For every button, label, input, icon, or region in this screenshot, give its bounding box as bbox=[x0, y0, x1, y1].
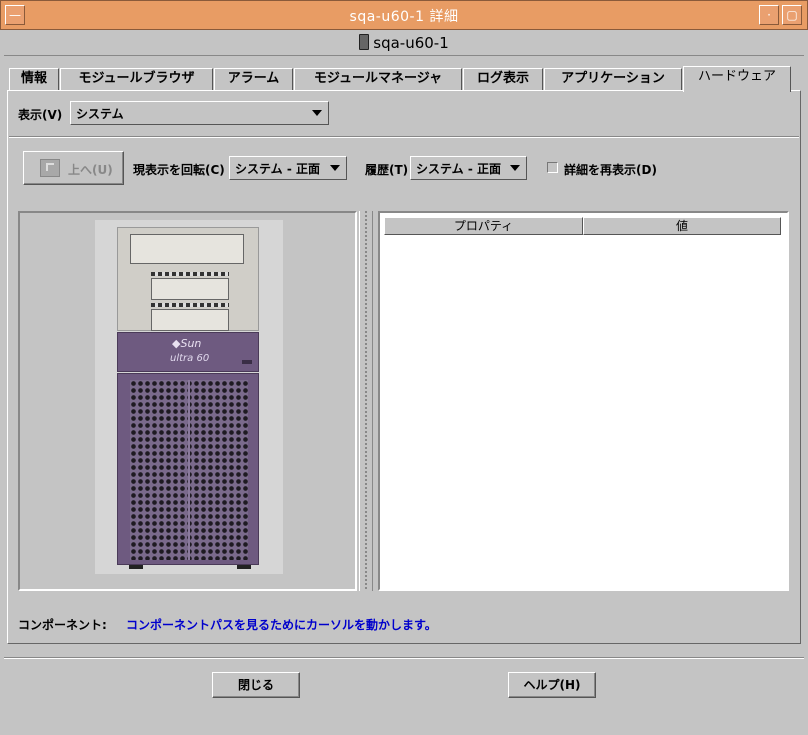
help-button[interactable]: ヘルプ(H) bbox=[508, 672, 596, 698]
chevron-down-icon bbox=[330, 165, 340, 171]
view-select[interactable]: システム bbox=[70, 101, 329, 125]
component-path-text: コンポーネントパスを見るためにカーソルを動かします。 bbox=[126, 618, 437, 632]
chevron-down-icon bbox=[510, 165, 520, 171]
column-header-property[interactable]: プロパティ bbox=[384, 217, 583, 235]
view-label: 表示(V) bbox=[18, 108, 63, 122]
rotate-label: 現表示を回転(C) bbox=[133, 163, 225, 177]
divider bbox=[9, 136, 799, 138]
window-title: sqa-u60-1 詳細 bbox=[349, 9, 459, 25]
component-label: コンポーネント: bbox=[18, 618, 107, 632]
chevron-down-icon bbox=[312, 110, 322, 116]
tab-log-view[interactable]: ログ表示 bbox=[463, 68, 543, 90]
minimize-icon: · bbox=[767, 8, 771, 22]
tab-alarms[interactable]: アラーム bbox=[214, 68, 293, 90]
history-select[interactable]: システム - 正面 bbox=[410, 156, 527, 180]
close-button[interactable]: 閉じる bbox=[212, 672, 300, 698]
maximize-button[interactable]: ▢ bbox=[782, 5, 802, 25]
up-button[interactable]: 上へ(U) bbox=[23, 151, 124, 185]
redisplay-label[interactable]: 詳細を再表示(D) bbox=[564, 161, 657, 178]
tab-info[interactable]: 情報 bbox=[9, 68, 59, 90]
maximize-icon: ▢ bbox=[786, 8, 798, 22]
model-label: ultra 60 bbox=[170, 353, 210, 364]
host-name: sqa-u60-1 bbox=[373, 34, 449, 52]
tab-applications[interactable]: アプリケーション bbox=[544, 68, 682, 90]
host-device-icon bbox=[359, 34, 370, 50]
column-header-value[interactable]: 値 bbox=[583, 217, 781, 235]
tab-module-manager[interactable]: モジュールマネージャ bbox=[294, 68, 462, 90]
sun-logo: ◆Sun bbox=[172, 337, 202, 350]
pane-splitter[interactable] bbox=[359, 211, 373, 591]
footer-divider bbox=[4, 657, 804, 659]
history-label: 履歴(T) bbox=[365, 163, 409, 177]
hardware-view-pane[interactable]: ◆Sun ultra 60 bbox=[18, 211, 357, 591]
hardware-image[interactable]: ◆Sun ultra 60 bbox=[95, 220, 283, 574]
rotate-select[interactable]: システム - 正面 bbox=[229, 156, 347, 180]
tab-module-browser[interactable]: モジュールブラウザ bbox=[60, 68, 213, 90]
window-title-bar[interactable]: — sqa-u60-1 詳細 · ▢ bbox=[0, 0, 808, 30]
host-header: sqa-u60-1 bbox=[4, 30, 804, 56]
properties-table[interactable]: プロパティ 値 bbox=[378, 211, 789, 591]
folder-up-icon bbox=[40, 159, 60, 177]
minimize-button[interactable]: · bbox=[759, 5, 779, 25]
tab-hardware[interactable]: ハードウェア bbox=[683, 66, 791, 92]
redisplay-checkbox[interactable] bbox=[547, 162, 558, 173]
